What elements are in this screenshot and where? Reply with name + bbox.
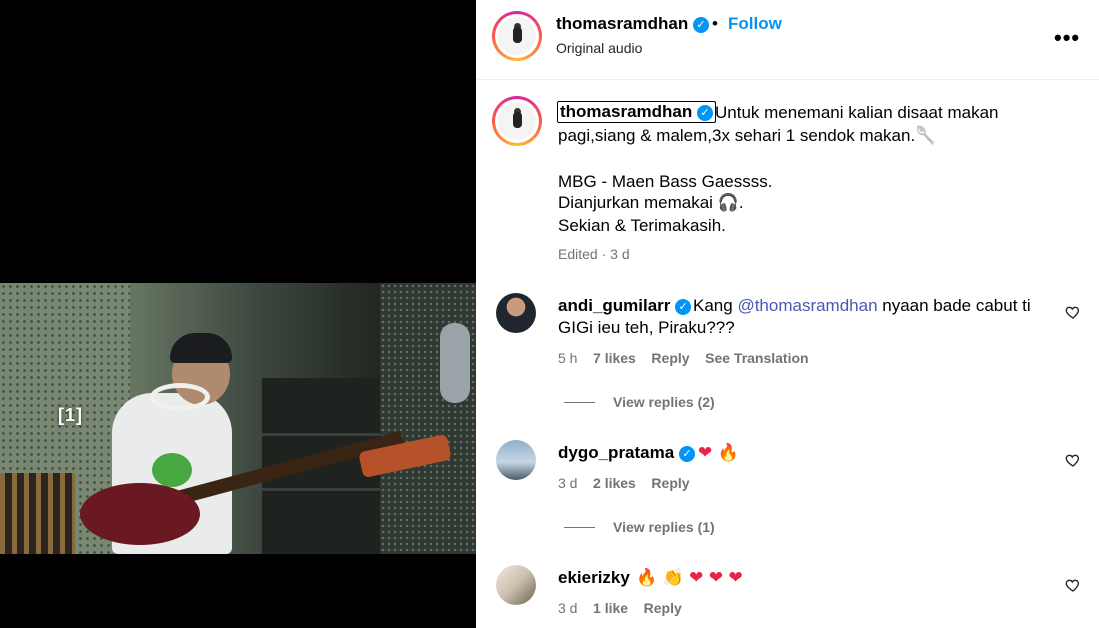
comment-text: 🔥 👏 ❤ ❤ ❤ bbox=[636, 568, 743, 588]
comment-username[interactable]: ekierizky bbox=[558, 568, 630, 588]
heart-emoji-icon: ❤ bbox=[698, 443, 713, 463]
caption-line: Sekian & Terimakasih. bbox=[558, 216, 726, 235]
reply-button[interactable]: Reply bbox=[651, 475, 689, 491]
verified-badge-icon: ✓ bbox=[678, 445, 695, 462]
video-player[interactable]: [1] bbox=[0, 283, 476, 554]
comment-meta: 3 d 1 like Reply bbox=[558, 600, 682, 616]
video-scene-cap bbox=[170, 333, 232, 363]
more-options-icon[interactable]: ••• bbox=[1054, 25, 1080, 51]
fire-emoji-icon: 🔥 bbox=[717, 443, 739, 463]
verified-badge-icon: ✓ bbox=[675, 298, 692, 315]
caption-line: pagi,siang & malem,3x sehari 1 sendok ma… bbox=[558, 126, 937, 145]
heart-emoji-icon: ❤ bbox=[708, 568, 724, 588]
comment-text-line: GIGi ieu teh, Piraku??? bbox=[558, 318, 735, 337]
replies-divider bbox=[564, 402, 595, 403]
caption-username[interactable]: thomasramdhan ✓ bbox=[557, 101, 716, 123]
clap-emoji-icon: 👏 bbox=[662, 568, 684, 588]
caption-line: Dianjurkan memakai 🎧. bbox=[558, 193, 744, 213]
video-scene-bass-body bbox=[80, 483, 200, 545]
see-translation-button[interactable]: See Translation bbox=[705, 350, 808, 366]
mention-link[interactable]: @thomasramdhan bbox=[737, 296, 877, 315]
reply-button[interactable]: Reply bbox=[651, 350, 689, 366]
comment-time: 3 d bbox=[558, 475, 578, 491]
caption-text: Dianjurkan memakai bbox=[558, 193, 718, 212]
comment-text: Kang @thomasramdhan nyaan bade cabut ti bbox=[693, 296, 1031, 316]
caption-username-text[interactable]: thomasramdhan bbox=[560, 102, 692, 121]
audio-label[interactable]: Original audio bbox=[556, 40, 642, 56]
follow-button[interactable]: Follow bbox=[728, 14, 782, 34]
comment-username[interactable]: andi_gumilarr ✓ bbox=[558, 296, 692, 316]
video-scene-shelf-line bbox=[262, 433, 382, 436]
video-scene-mic bbox=[440, 323, 470, 403]
header-separator: • bbox=[712, 14, 718, 33]
headphones-icon: 🎧 bbox=[717, 193, 739, 213]
comment-time: 5 h bbox=[558, 350, 578, 366]
comment-username[interactable]: dygo_pratama ✓ bbox=[558, 443, 695, 463]
post-details-panel: thomasramdhan ✓ • Follow Original audio … bbox=[476, 0, 1099, 628]
video-scene-shirt-print bbox=[152, 453, 192, 487]
commenter-avatar[interactable] bbox=[496, 440, 536, 480]
heart-emoji-icon: ❤ bbox=[689, 568, 704, 588]
author-avatar[interactable] bbox=[492, 11, 542, 61]
verified-badge-icon: ✓ bbox=[692, 16, 709, 33]
like-heart-icon[interactable] bbox=[1065, 452, 1081, 468]
comment-likes[interactable]: 2 likes bbox=[593, 475, 636, 491]
video-scene-shelf-line bbox=[262, 488, 382, 491]
comment-likes[interactable]: 1 like bbox=[593, 600, 628, 616]
caption-avatar[interactable] bbox=[492, 96, 542, 146]
video-overlay-label: [1] bbox=[58, 405, 83, 425]
post-header: thomasramdhan ✓ • Follow Original audio … bbox=[476, 0, 1099, 80]
comment-text-part: nyaan bade cabut ti bbox=[877, 296, 1031, 315]
comment-likes[interactable]: 7 likes bbox=[593, 350, 636, 366]
video-scene-headphones bbox=[150, 383, 210, 411]
commenter-avatar[interactable] bbox=[496, 565, 536, 605]
comment-username-text[interactable]: andi_gumilarr bbox=[558, 296, 670, 315]
author-username-text[interactable]: thomasramdhan bbox=[556, 14, 688, 33]
caption-text: . bbox=[738, 193, 744, 212]
heart-emoji-icon: ❤ bbox=[728, 568, 743, 588]
like-heart-icon[interactable] bbox=[1065, 304, 1081, 320]
comment-username-text[interactable]: dygo_pratama bbox=[558, 443, 674, 462]
fire-emoji-icon: 🔥 bbox=[636, 568, 658, 588]
media-pane: [1] bbox=[0, 0, 476, 628]
comment-text-part: Kang bbox=[693, 296, 738, 315]
comment-meta: 3 d 2 likes Reply bbox=[558, 475, 690, 491]
author-username[interactable]: thomasramdhan ✓ bbox=[556, 14, 709, 34]
caption-line: Untuk menemani kalian disaat makan bbox=[715, 103, 999, 122]
like-heart-icon[interactable] bbox=[1065, 577, 1081, 593]
comment-text: ❤ 🔥 bbox=[698, 443, 739, 463]
caption-meta: Edited · 3 d bbox=[558, 246, 630, 262]
commenter-avatar[interactable] bbox=[496, 293, 536, 333]
view-replies-button[interactable]: View replies (2) bbox=[613, 394, 715, 410]
view-replies-button[interactable]: View replies (1) bbox=[613, 519, 715, 535]
caption-line: MBG - Maen Bass Gaessss. bbox=[558, 172, 773, 191]
verified-badge-icon: ✓ bbox=[696, 104, 713, 121]
replies-divider bbox=[564, 527, 595, 528]
reply-button[interactable]: Reply bbox=[644, 600, 682, 616]
comment-meta: 5 h 7 likes Reply See Translation bbox=[558, 350, 809, 366]
video-scene-guitars bbox=[0, 473, 75, 554]
comment-time: 3 d bbox=[558, 600, 578, 616]
